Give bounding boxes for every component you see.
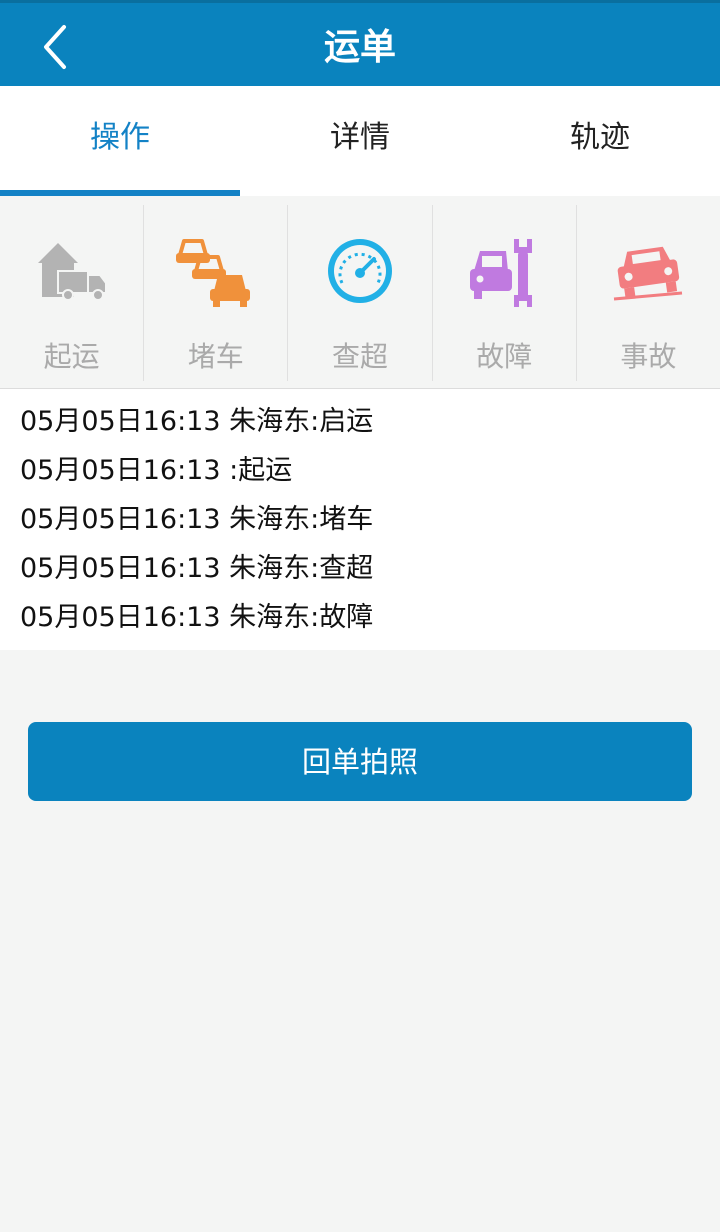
op-label: 事故: [620, 340, 677, 373]
list-item: 05月05日16:13 朱海东:启运: [20, 406, 374, 437]
tab-track[interactable]: 轨迹: [480, 86, 720, 196]
tab-operation[interactable]: 操作: [0, 86, 240, 196]
list-item: 05月05日16:13 :起运: [20, 455, 293, 486]
operation-log-list: 05月05日16:13 朱海东:启运 05月05日16:13 :起运 05月05…: [0, 389, 720, 650]
truck-warehouse-icon: [37, 243, 107, 301]
op-accident[interactable]: 事故: [577, 205, 720, 381]
op-overweight-check[interactable]: 查超: [288, 205, 433, 381]
op-label: 查超: [332, 340, 389, 373]
list-item: 05月05日16:13 朱海东:故障: [20, 602, 374, 633]
op-traffic-jam[interactable]: 堵车: [144, 205, 289, 381]
op-start-transport[interactable]: 起运: [0, 205, 145, 381]
traffic-jam-icon: [175, 239, 250, 307]
list-item: 05月05日16:13 朱海东:查超: [20, 553, 374, 584]
op-label: 堵车: [187, 340, 244, 373]
tab-bar: 操作 详情 轨迹: [0, 86, 720, 196]
page-title: 运单: [323, 27, 396, 68]
op-breakdown[interactable]: 故障: [433, 205, 577, 381]
speedometer-icon: [328, 239, 392, 303]
list-item: 05月05日16:13 朱海东:堵车: [20, 504, 374, 535]
tab-divider: [0, 196, 720, 204]
operation-grid: 起运 堵车 查超 故障 事故: [0, 205, 720, 381]
tab-details[interactable]: 详情: [240, 86, 480, 196]
op-label: 起运: [43, 340, 100, 373]
wrench-car-icon: [470, 239, 533, 307]
op-label: 故障: [476, 340, 533, 373]
app-header: 运单: [0, 0, 720, 86]
receipt-photo-button[interactable]: 回单拍照: [28, 722, 692, 801]
car-accident-icon: [614, 246, 683, 301]
